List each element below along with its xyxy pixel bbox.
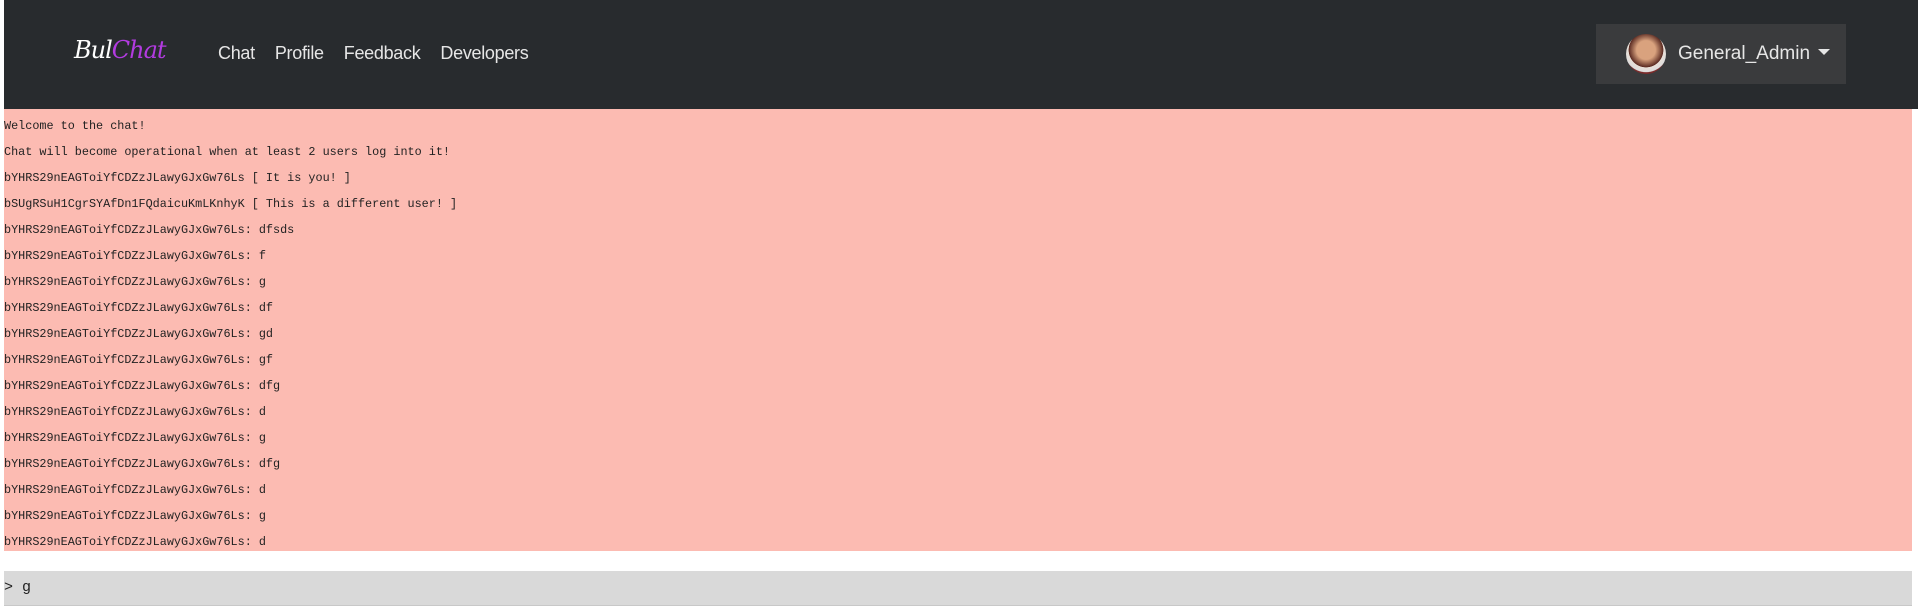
chat-message: bYHRS29nEAGToiYfCDZzJLawyGJxGw76Ls: dfg	[4, 457, 281, 471]
username: General_Admin	[1678, 43, 1811, 64]
caret-down-icon	[1818, 49, 1831, 55]
user-menu-button[interactable]: General_Admin	[1596, 24, 1846, 84]
chat-message: bYHRS29nEAGToiYfCDZzJLawyGJxGw76Ls: gf	[4, 353, 274, 367]
chat-message: bYHRS29nEAGToiYfCDZzJLawyGJxGw76Ls: f	[4, 249, 266, 263]
nav-developers[interactable]: Developers	[440, 43, 528, 64]
navbar: BulChat Chat Profile Feedback Developers…	[4, 0, 1918, 109]
chat-message: bYHRS29nEAGToiYfCDZzJLawyGJxGw76Ls: gd	[4, 327, 274, 341]
chat-message: bYHRS29nEAGToiYfCDZzJLawyGJxGw76Ls: d	[4, 535, 266, 549]
chat-message: Welcome to the chat!	[4, 119, 146, 133]
chat-message: bSUgRSuH1CgrSYAfDn1FQdaicuKmLKnhyK [ Thi…	[4, 197, 458, 211]
nav-feedback[interactable]: Feedback	[344, 43, 421, 64]
chat-message: bYHRS29nEAGToiYfCDZzJLawyGJxGw76Ls: d	[4, 405, 266, 419]
chat-message: bYHRS29nEAGToiYfCDZzJLawyGJxGw76Ls: dfg	[4, 379, 281, 393]
brand-logo[interactable]: BulChat	[74, 36, 167, 64]
chat-message: bYHRS29nEAGToiYfCDZzJLawyGJxGw76Ls: g	[4, 431, 266, 445]
message-input[interactable]: > g	[4, 571, 1912, 606]
nav-links: Chat Profile Feedback Developers	[218, 43, 529, 64]
nav-profile[interactable]: Profile	[275, 43, 324, 64]
chat-log: Welcome to the chat! Chat will become ope…	[4, 109, 1912, 551]
chat-message: bYHRS29nEAGToiYfCDZzJLawyGJxGw76Ls: g	[4, 275, 266, 289]
avatar	[1626, 34, 1666, 74]
chat-message: bYHRS29nEAGToiYfCDZzJLawyGJxGw76Ls: df	[4, 301, 274, 315]
chat-message: bYHRS29nEAGToiYfCDZzJLawyGJxGw76Ls [ It …	[4, 171, 351, 185]
chat-message: bYHRS29nEAGToiYfCDZzJLawyGJxGw76Ls: g	[4, 509, 266, 523]
chat-message: bYHRS29nEAGToiYfCDZzJLawyGJxGw76Ls: dfsd…	[4, 223, 295, 237]
nav-chat[interactable]: Chat	[218, 43, 255, 64]
chat-message: Chat will become operational when at lea…	[4, 145, 450, 159]
chat-message: bYHRS29nEAGToiYfCDZzJLawyGJxGw76Ls: d	[4, 483, 266, 497]
